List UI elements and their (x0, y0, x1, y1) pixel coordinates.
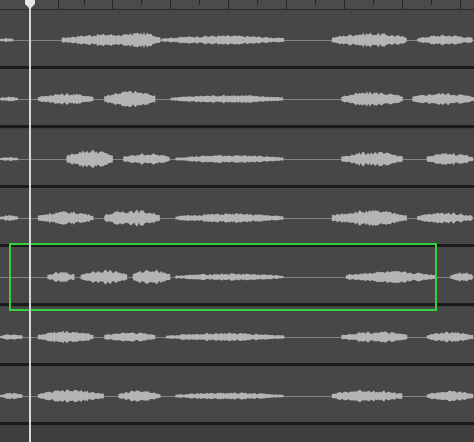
waveform-segment (37, 389, 104, 403)
selected-track-highlight (9, 243, 437, 312)
waveform-segment (331, 209, 407, 227)
waveform-segment (412, 93, 474, 106)
waveform-segment (165, 332, 285, 341)
waveform-segment (341, 151, 403, 166)
waveform-segment (0, 156, 18, 161)
waveform-segment (37, 93, 94, 106)
ruler-tick (431, 0, 432, 5)
waveform-segment (161, 35, 285, 45)
waveform-segment (0, 392, 23, 399)
ruler-tick (141, 0, 142, 5)
waveform-segment (118, 389, 161, 402)
waveform-2 (0, 91, 474, 108)
ruler-tick (84, 0, 85, 5)
waveform-segment (331, 32, 407, 48)
ruler-tick (460, 0, 461, 9)
ruler-tick (257, 0, 258, 5)
ruler-tick (344, 0, 345, 9)
playhead-line[interactable] (29, 0, 31, 442)
waveform-segment (37, 210, 94, 225)
ruler-tick (112, 0, 113, 9)
audio-track-1[interactable] (0, 10, 474, 66)
audio-track-4[interactable] (0, 187, 474, 244)
waveform-1 (0, 32, 473, 48)
waveform-segment (0, 333, 23, 340)
track-area[interactable] (0, 10, 474, 442)
waveform-segment (331, 389, 403, 402)
waveform-segment (123, 152, 170, 165)
waveform-segment (450, 272, 473, 282)
waveform-segment (66, 149, 113, 168)
ruler-tick (373, 0, 374, 5)
ruler-tick (402, 0, 403, 9)
audio-track-2[interactable] (0, 69, 474, 126)
waveform-segment (170, 94, 284, 104)
waveform-segment (175, 392, 284, 400)
ruler-tick (286, 0, 287, 9)
audio-track-7[interactable] (0, 365, 474, 422)
waveform-segment (0, 37, 14, 43)
waveform-segment (426, 331, 474, 342)
waveform-segment (417, 212, 473, 224)
playhead-handle-icon[interactable] (25, 0, 35, 9)
waveform-segment (104, 209, 160, 227)
waveform-segment (0, 214, 18, 221)
waveform-segment (175, 213, 284, 223)
audio-track-3[interactable] (0, 128, 474, 185)
waveform-7 (0, 389, 474, 403)
waveform-segment (426, 390, 474, 402)
waveform-segment (175, 154, 284, 163)
ruler-tick (228, 0, 229, 9)
ruler-tick (199, 0, 200, 5)
waveform-3 (0, 149, 474, 168)
waveform-segment (426, 152, 474, 165)
waveform-segment (37, 330, 94, 343)
waveform-4 (0, 209, 473, 227)
waveform-6 (0, 330, 474, 343)
ruler-tick (315, 0, 316, 5)
ruler-tick (170, 0, 171, 9)
audio-track-6[interactable] (0, 306, 474, 363)
waveform-segment (341, 91, 403, 107)
timeline-ruler[interactable] (0, 0, 474, 10)
track-separator (0, 421, 474, 425)
waveform-segment (104, 91, 156, 108)
waveform-segment (341, 330, 408, 343)
ruler-tick (58, 0, 59, 9)
waveform-segment (0, 96, 18, 102)
waveform-segment (104, 331, 156, 342)
waveform-segment (417, 34, 473, 46)
